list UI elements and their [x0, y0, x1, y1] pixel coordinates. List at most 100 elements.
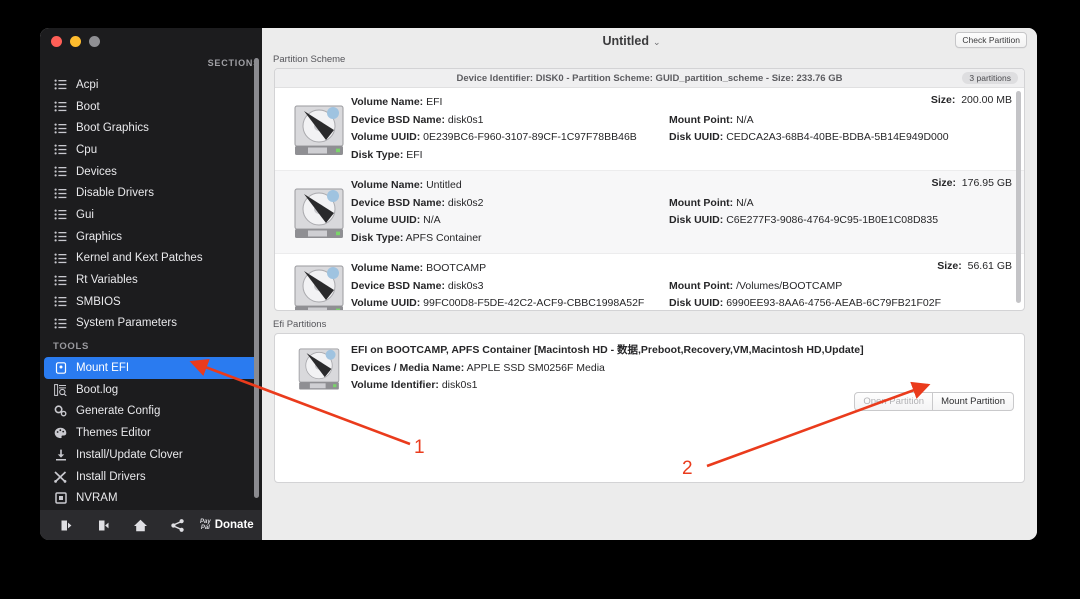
drive-icon: [53, 362, 68, 375]
sidebar-item-boot-log[interactable]: Boot.log: [40, 379, 262, 401]
donate-button[interactable]: Pay Pal Donate: [200, 519, 254, 531]
device-bsd-name-label: Device BSD Name:: [351, 196, 445, 209]
sidebar-item-graphics[interactable]: Graphics: [40, 226, 262, 248]
list-icon: [53, 122, 68, 135]
sidebar-scrollbar[interactable]: [254, 58, 259, 498]
annotation-number-1: 1: [414, 437, 425, 458]
sidebar-item-cpu[interactable]: Cpu: [40, 139, 262, 161]
volume-uuid-line: Volume UUID: 0E239BC6-F960-3107-89CF-1C9…: [351, 129, 669, 147]
mount-point-value: /Volumes/BOOTCAMP: [736, 279, 843, 292]
disk-uuid-label: Disk UUID:: [669, 214, 724, 226]
volume-name-label: Volume Name:: [351, 179, 424, 191]
disk-type-label: Disk Type:: [351, 148, 404, 161]
efi-partition-row[interactable]: EFI on BOOTCAMP, APFS Container [Macinto…: [275, 334, 1024, 401]
sidebar-item-devices[interactable]: Devices: [40, 161, 262, 183]
partitions-count-badge: 3 partitions: [962, 72, 1018, 84]
sidebar-item-label: Boot: [76, 100, 100, 113]
hard-drive-icon: [287, 342, 351, 395]
main-content: Untitled ⌄ Check Partition Partition Sche…: [262, 28, 1037, 540]
sidebar-item-mount-efi[interactable]: Mount EFI: [44, 357, 258, 379]
list-icon: [53, 78, 68, 91]
sidebar-item-label: Devices: [76, 165, 117, 178]
list-icon: [53, 100, 68, 113]
minimize-icon[interactable]: [70, 35, 81, 47]
partition-fields: Volume Name: EFI Device BSD Name: disk0s…: [351, 94, 1024, 164]
annotation-number-2: 2: [682, 458, 693, 479]
sidebar: SECTIONS Acpi Boot Boot Graphics Cpu Dev…: [40, 28, 262, 540]
volume-uuid-value: 0E239BC6-F960-3107-89CF-1C97F78BB46B: [423, 131, 637, 143]
mount-point-line: Mount Point: N/A: [669, 195, 1014, 213]
size-label: Size:: [930, 94, 956, 106]
sidebar-item-generate-config[interactable]: Generate Config: [40, 401, 262, 423]
partition-scheme-label: Partition Scheme: [273, 54, 346, 65]
sidebar-item-gui[interactable]: Gui: [40, 204, 262, 226]
table-row[interactable]: Volume Name: Untitled Device BSD Name: d…: [275, 171, 1024, 254]
sidebar-item-smbios[interactable]: SMBIOS: [40, 291, 262, 313]
mount-partition-button[interactable]: Mount Partition: [933, 392, 1014, 411]
size-value: 56.61 GB: [967, 260, 1012, 272]
list-icon: [53, 187, 68, 200]
volume-name-value: BOOTCAMP: [426, 262, 487, 274]
disk-uuid-value: 6990EE93-8AA6-4756-AEAB-6C79FB21F02F: [726, 297, 941, 309]
volume-uuid-line: Volume UUID: 99FC00D8-F5DE-42C2-ACF9-CBB…: [351, 295, 669, 310]
partition-fields: Volume Name: BOOTCAMP Device BSD Name: d…: [351, 260, 1024, 310]
sidebar-item-system-parameters[interactable]: System Parameters: [40, 313, 262, 335]
efi-fields: EFI on BOOTCAMP, APFS Container [Macinto…: [351, 342, 1024, 395]
close-icon[interactable]: [51, 35, 62, 47]
sidebar-item-install-update-clover[interactable]: Install/Update Clover: [40, 444, 262, 466]
efi-devices-value: APPLE SSD SM0256F Media: [466, 361, 605, 374]
partition-list-scrollbar[interactable]: [1016, 91, 1021, 303]
export-icon[interactable]: [85, 510, 122, 540]
mount-point-line: Mount Point: /Volumes/BOOTCAMP: [669, 278, 1014, 296]
sidebar-item-label: System Parameters: [76, 317, 177, 330]
efi-title: EFI on BOOTCAMP, APFS Container [Macinto…: [351, 344, 864, 356]
sidebar-item-boot-graphics[interactable]: Boot Graphics: [40, 117, 262, 139]
window-traffic-lights: [40, 28, 262, 54]
disk-uuid-line: Disk UUID: 6990EE93-8AA6-4756-AEAB-6C79F…: [669, 295, 1014, 310]
disk-type-value: EFI: [406, 148, 423, 161]
mount-point-line: Mount Point: N/A: [669, 112, 1014, 130]
chevron-down-icon[interactable]: ⌄: [653, 37, 661, 47]
size-cell: Size: 56.61 GB: [937, 260, 1012, 272]
sidebar-item-themes-editor[interactable]: Themes Editor: [40, 422, 262, 444]
home-icon[interactable]: [122, 510, 159, 540]
sidebar-item-rt-variables[interactable]: Rt Variables: [40, 269, 262, 291]
sidebar-item-kernel-and-kext-patches[interactable]: Kernel and Kext Patches: [40, 248, 262, 270]
volume-name-line: Volume Name: BOOTCAMP: [351, 260, 1014, 278]
check-partition-button[interactable]: Check Partition: [955, 32, 1027, 48]
table-row[interactable]: Volume Name: BOOTCAMP Device BSD Name: d…: [275, 254, 1024, 310]
disk-uuid-label: Disk UUID:: [669, 131, 724, 143]
volume-uuid-label: Volume UUID:: [351, 131, 421, 143]
volume-name-line: Volume Name: Untitled: [351, 177, 1014, 195]
sidebar-item-hex-converter[interactable]: HEX converter: [40, 509, 262, 510]
sidebar-item-nvram[interactable]: NVRAM: [40, 487, 262, 509]
sidebar-item-label: Gui: [76, 208, 94, 221]
sidebar-item-disable-drivers[interactable]: Disable Drivers: [40, 182, 262, 204]
volume-name-label: Volume Name:: [351, 262, 424, 274]
volume-uuid-value: 99FC00D8-F5DE-42C2-ACF9-CBBC1998A52F: [423, 297, 645, 309]
import-icon[interactable]: [48, 510, 85, 540]
share-icon[interactable]: [159, 510, 196, 540]
size-label: Size:: [931, 177, 956, 189]
titlebar: Untitled ⌄ Check Partition: [262, 28, 1037, 54]
sidebar-item-label: Boot.log: [76, 383, 119, 396]
mount-point-label: Mount Point:: [669, 113, 734, 126]
sidebar-item-install-drivers[interactable]: Install Drivers: [40, 466, 262, 488]
page-title[interactable]: Untitled ⌄: [602, 34, 660, 48]
efi-partitions-label: Efi Partitions: [273, 319, 327, 330]
list-icon: [53, 165, 68, 178]
tools-icon: [53, 470, 68, 483]
donate-label: Donate: [214, 519, 254, 531]
sidebar-item-label: Boot Graphics: [76, 122, 149, 135]
log-search-icon: [53, 383, 68, 396]
sidebar-item-boot[interactable]: Boot: [40, 96, 262, 118]
zoom-icon[interactable]: [89, 35, 100, 47]
volume-uuid-label: Volume UUID:: [351, 214, 421, 226]
table-row[interactable]: Volume Name: EFI Device BSD Name: disk0s…: [275, 88, 1024, 171]
page-title-text: Untitled: [602, 34, 649, 48]
sidebar-footer-toolbar: Pay Pal Donate: [40, 510, 262, 540]
sidebar-item-acpi[interactable]: Acpi: [40, 74, 262, 96]
mount-point-value: N/A: [736, 113, 754, 126]
hard-drive-icon: [287, 260, 351, 310]
size-value: 200.00 MB: [961, 94, 1012, 106]
